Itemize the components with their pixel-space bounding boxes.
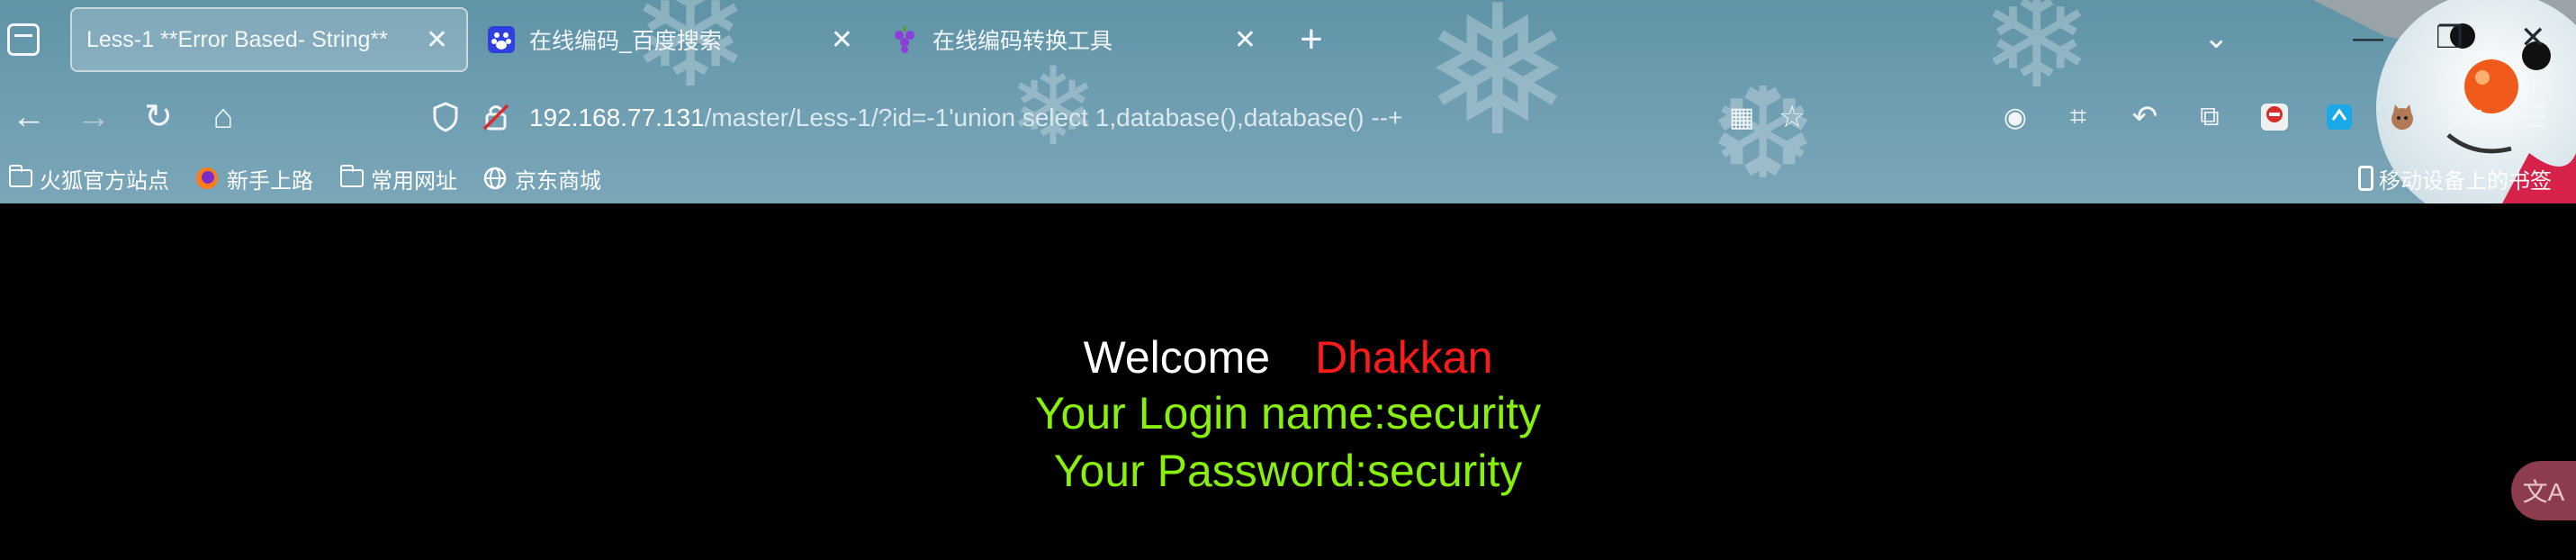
account-icon[interactable]: ◉ (1993, 94, 2038, 140)
tab-label: 在线编码转换工具 (932, 29, 1113, 54)
welcome-text: Welcome (1083, 332, 1271, 383)
translate-icon[interactable]: 文A (2445, 94, 2490, 140)
extensions-icon[interactable]: ⧉ (2187, 94, 2232, 140)
new-tab-button[interactable]: + (1300, 18, 1323, 61)
home-icon[interactable]: ⌂ (200, 94, 247, 140)
translate-float-button[interactable]: 文A (2511, 461, 2576, 520)
address-bar[interactable]: 192.168.77.131/master/Less-1/?id=-1'unio… (529, 99, 1402, 137)
url-path: /master/Less-1/?id=-1'union select 1,dat… (704, 104, 1403, 131)
shield-icon[interactable] (423, 94, 468, 140)
bookmark-star-icon[interactable]: ☆ (1770, 94, 1815, 140)
adblock-extension-icon[interactable] (2252, 94, 2297, 140)
password-line: Your Password:security (1053, 446, 1523, 496)
bookmark-label: 京东商城 (515, 168, 601, 194)
tab-bar: Less-1 **Error Based- String** ✕ 在线编码_百度… (0, 0, 2576, 79)
restore-button[interactable]: ❐ (2436, 16, 2463, 59)
close-icon[interactable]: ✕ (1234, 24, 1256, 56)
globe-icon (482, 166, 508, 191)
bookmark-label: 移动设备上的书签 (2379, 168, 2552, 194)
bookmark-label: 新手上路 (227, 168, 313, 194)
forward-arrow-icon[interactable]: → (70, 94, 117, 140)
tab-label: 在线编码_百度搜索 (529, 29, 722, 54)
chevron-down-icon[interactable]: ⌄ (2203, 16, 2229, 59)
back-arrow-icon[interactable]: ← (5, 94, 52, 140)
bookmark-item[interactable]: 火狐官方站点 (8, 160, 169, 196)
login-name-line: Your Login name:security (1034, 388, 1542, 438)
dev-extension-icon[interactable] (2317, 94, 2362, 140)
close-icon[interactable]: ✕ (831, 24, 853, 56)
crop-screenshot-icon[interactable]: ⌗ (2056, 94, 2101, 140)
bookmark-item[interactable]: 京东商城 (482, 160, 601, 196)
browser-chrome: ❄ ❄ ❅ ❆ ❄ Less-1 **Error Based- String**… (0, 0, 2576, 203)
tab-baidu-search[interactable]: 在线编码_百度搜索 ✕ (475, 7, 871, 72)
tab-label: Less-1 **Error Based- String** (86, 26, 388, 52)
tab-list-button[interactable] (7, 23, 40, 56)
reload-icon[interactable]: ↻ (135, 94, 182, 140)
bookmark-item[interactable]: 新手上路 (194, 160, 313, 196)
bookmark-item[interactable]: 常用网址 (339, 160, 457, 196)
folder-icon (8, 165, 32, 187)
page-content: Welcome Dhakkan Your Login name:security … (0, 203, 2576, 560)
firefox-icon (194, 166, 220, 191)
insecure-lock-icon[interactable] (473, 94, 518, 140)
welcome-line: Welcome Dhakkan (0, 330, 2576, 385)
bookmark-label: 常用网址 (371, 168, 457, 194)
close-window-button[interactable]: ✕ (2520, 16, 2546, 59)
folder-icon (339, 165, 364, 187)
mobile-icon (2358, 166, 2373, 191)
hamburger-menu-icon[interactable]: ☰ (2511, 94, 2556, 140)
url-host: 192.168.77.131 (529, 104, 705, 131)
cat-extension-icon[interactable] (2380, 94, 2425, 140)
qr-code-icon[interactable]: ▦ (1719, 94, 1764, 140)
mobile-bookmarks[interactable]: 移动设备上的书签 (2358, 160, 2552, 196)
tab-encoding-tool[interactable]: 在线编码转换工具 ✕ (878, 7, 1274, 72)
baidu-paw-icon (488, 26, 515, 53)
username-text: Dhakkan (1315, 332, 1493, 383)
close-icon[interactable]: ✕ (426, 24, 448, 56)
undo-icon[interactable]: ↶ (2122, 94, 2167, 140)
grape-icon (891, 26, 918, 53)
bookmark-label: 火狐官方站点 (40, 168, 169, 194)
tab-less1[interactable]: Less-1 **Error Based- String** ✕ (70, 7, 468, 72)
minimize-button[interactable]: — (2353, 16, 2383, 59)
